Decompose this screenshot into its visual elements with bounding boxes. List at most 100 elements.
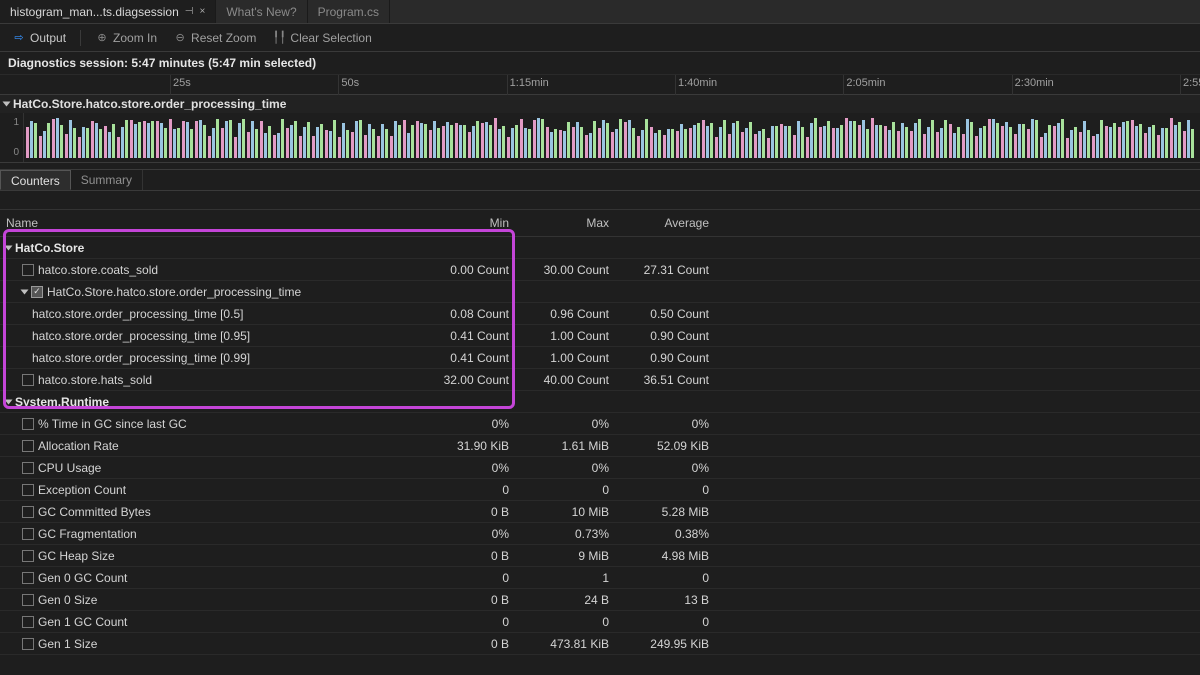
row-checkbox[interactable] <box>22 374 34 386</box>
table-row[interactable]: hatco.store.hats_sold32.00 Count40.00 Co… <box>0 369 1200 391</box>
histogram-bar-group <box>429 121 440 158</box>
col-max[interactable]: Max <box>515 216 615 230</box>
histogram-bar <box>255 129 258 158</box>
row-name: CPU Usage <box>38 461 101 475</box>
table-row[interactable]: GC Fragmentation0%0.73%0.38% <box>0 523 1200 545</box>
histogram-bar-group <box>299 122 310 158</box>
tab-diagsession[interactable]: histogram_man...ts.diagsession ⊣ × <box>0 0 216 23</box>
row-checkbox[interactable] <box>22 528 34 540</box>
zoom-in-button[interactable]: ⊕ Zoom In <box>89 29 163 47</box>
tab-counters[interactable]: Counters <box>0 170 71 190</box>
cell-min: 0.08 Count <box>415 307 515 321</box>
histogram-bar-group <box>377 124 388 158</box>
row-checkbox[interactable] <box>22 418 34 430</box>
histogram-bar-group <box>286 121 297 158</box>
table-row[interactable]: hatco.store.order_processing_time [0.5] 0… <box>0 303 1200 325</box>
row-checkbox[interactable] <box>22 484 34 496</box>
col-name[interactable]: Name <box>0 216 415 230</box>
histogram-bar <box>268 126 271 158</box>
row-checkbox[interactable] <box>22 506 34 518</box>
ruler-label: 25s <box>173 77 191 89</box>
histogram-bar <box>650 127 653 158</box>
histogram-bar <box>567 122 570 158</box>
table-row[interactable]: CPU Usage0%0%0% <box>0 457 1200 479</box>
table-row[interactable]: Gen 1 GC Count000 <box>0 611 1200 633</box>
table-group-row[interactable]: HatCo.Store <box>0 237 1200 259</box>
histogram-bar-group <box>1105 123 1116 158</box>
lane-header[interactable]: HatCo.Store.hatco.store.order_processing… <box>0 95 1200 113</box>
table-row[interactable]: % Time in GC since last GC0%0%0% <box>0 413 1200 435</box>
clear-selection-button[interactable]: ╿╿ Clear Selection <box>266 29 377 47</box>
tab-programcs[interactable]: Program.cs <box>308 0 390 23</box>
histogram-bar <box>1053 126 1056 158</box>
histogram-bar <box>1174 125 1177 158</box>
histogram-bar <box>208 136 211 158</box>
histogram-bar <box>879 125 882 158</box>
row-checkbox[interactable] <box>31 286 43 298</box>
table-group-row[interactable]: System.Runtime <box>0 391 1200 413</box>
histogram-bar <box>520 119 523 158</box>
cell-min: 0 B <box>415 549 515 563</box>
row-checkbox[interactable] <box>22 550 34 562</box>
table-row[interactable]: Exception Count000 <box>0 479 1200 501</box>
cell-max: 24 B <box>515 593 615 607</box>
table-row[interactable]: GC Committed Bytes0 B10 MiB5.28 MiB <box>0 501 1200 523</box>
table-row[interactable]: Gen 0 Size0 B24 B13 B <box>0 589 1200 611</box>
table-row[interactable]: hatco.store.order_processing_time [0.95]… <box>0 325 1200 347</box>
histogram-bar-group <box>1170 118 1181 158</box>
cell-min: 31.90 KiB <box>415 439 515 453</box>
histogram-bar <box>1178 122 1181 158</box>
pin-icon[interactable]: ⊣ <box>185 6 194 17</box>
histogram-bar <box>654 133 657 158</box>
row-checkbox[interactable] <box>22 638 34 650</box>
histogram-bar <box>1070 130 1073 158</box>
histogram-bar-group <box>338 123 349 158</box>
table-row[interactable]: hatco.store.order_processing_time [0.99]… <box>0 347 1200 369</box>
histogram-bar <box>680 124 683 158</box>
timeline-ruler[interactable]: 25s50s1:15min1:40min2:05min2:30min2:55mi… <box>0 75 1200 95</box>
row-checkbox[interactable] <box>22 572 34 584</box>
histogram-bar <box>1005 122 1008 158</box>
close-icon[interactable]: × <box>199 6 205 17</box>
histogram-bar <box>784 126 787 158</box>
cell-avg: 0.90 Count <box>615 329 715 343</box>
ruler-label: 2:55min <box>1183 77 1200 89</box>
col-min[interactable]: Min <box>415 216 515 230</box>
histogram-bar <box>1105 126 1108 158</box>
histogram-bar <box>316 127 319 158</box>
table-row[interactable]: Allocation Rate31.90 KiB1.61 MiB52.09 Ki… <box>0 435 1200 457</box>
output-button[interactable]: ⇨ Output <box>6 29 72 47</box>
row-name: hatco.store.order_processing_time [0.5] <box>32 307 243 321</box>
histogram-bar <box>1096 134 1099 158</box>
col-avg[interactable]: Average <box>615 216 715 230</box>
cell-min: 0% <box>415 461 515 475</box>
histogram-bar <box>251 121 254 158</box>
histogram-bar <box>216 119 219 159</box>
table-row[interactable]: HatCo.Store.hatco.store.order_processing… <box>0 281 1200 303</box>
diagnostics-toolbar: ⇨ Output ⊕ Zoom In ⊖ Reset Zoom ╿╿ Clear… <box>0 24 1200 52</box>
row-checkbox[interactable] <box>22 462 34 474</box>
row-checkbox[interactable] <box>22 264 34 276</box>
tab-whatsnew[interactable]: What's New? <box>216 0 307 23</box>
histogram-bar <box>242 119 245 158</box>
histogram-bar <box>1057 123 1060 158</box>
cell-max: 0.73% <box>515 527 615 541</box>
histogram-bar <box>1118 127 1121 158</box>
histogram-bar <box>1031 119 1034 158</box>
histogram-lane[interactable]: 1 0 <box>0 113 1200 163</box>
table-row[interactable]: Gen 0 GC Count010 <box>0 567 1200 589</box>
histogram-bar <box>238 123 241 158</box>
export-icon: ⇨ <box>12 31 26 45</box>
row-checkbox[interactable] <box>22 440 34 452</box>
histogram-bar <box>957 127 960 158</box>
tab-summary[interactable]: Summary <box>71 170 143 190</box>
table-row[interactable]: Gen 1 Size0 B473.81 KiB249.95 KiB <box>0 633 1200 655</box>
table-row[interactable]: hatco.store.coats_sold0.00 Count30.00 Co… <box>0 259 1200 281</box>
reset-zoom-button[interactable]: ⊖ Reset Zoom <box>167 29 262 47</box>
table-row[interactable]: GC Heap Size0 B9 MiB4.98 MiB <box>0 545 1200 567</box>
histogram-bar <box>524 128 527 158</box>
row-checkbox[interactable] <box>22 594 34 606</box>
row-checkbox[interactable] <box>22 616 34 628</box>
cell-max: 0 <box>515 483 615 497</box>
histogram-bar <box>983 126 986 158</box>
